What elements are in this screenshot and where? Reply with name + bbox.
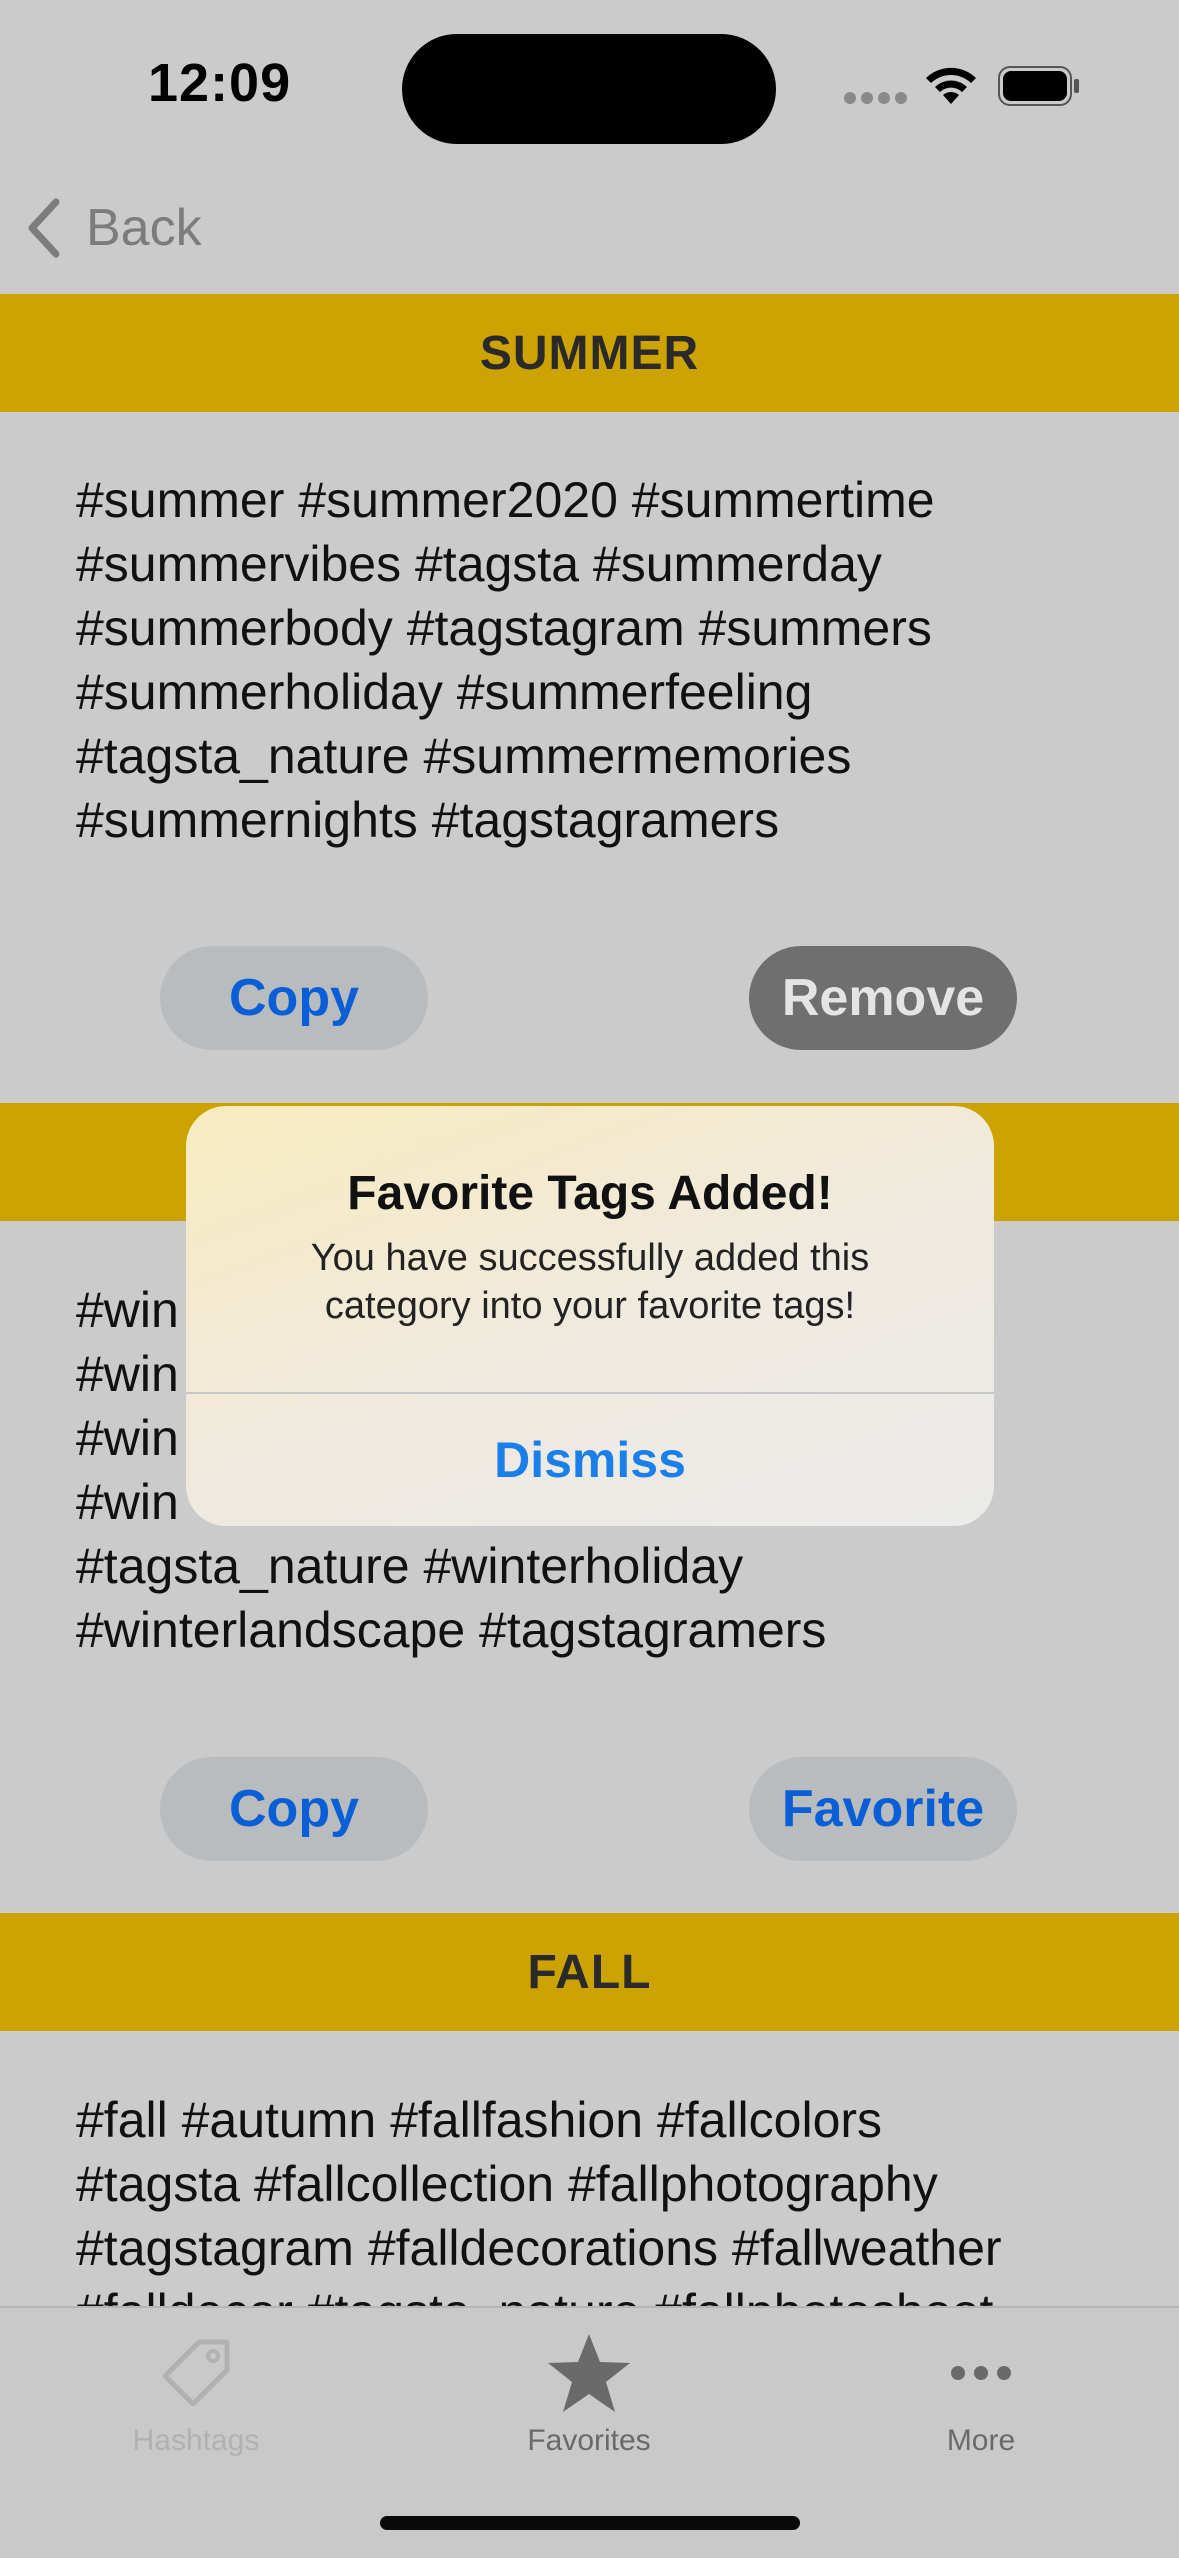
favorite-added-alert: Favorite Tags Added! You have successful… (186, 1106, 994, 1526)
back-label: Back (86, 199, 202, 257)
tab-label: More (946, 2424, 1016, 2457)
ellipsis-icon (951, 2366, 1011, 2380)
dynamic-island (402, 34, 776, 144)
home-indicator (380, 2516, 800, 2530)
wifi-icon (926, 67, 976, 104)
section-tags-summer: #summer #summer2020 #summertime #summerv… (76, 472, 935, 848)
tab-label: Hashtags (132, 2424, 260, 2457)
battery-icon (998, 66, 1079, 106)
status-time: 12:09 (148, 53, 292, 113)
status-bar: 12:09 (0, 0, 1179, 180)
section-header-summer: SUMMER (0, 294, 1179, 412)
cellular-signal-icon (844, 92, 907, 104)
tab-more[interactable]: More (851, 2328, 1111, 2478)
back-button[interactable]: Back (24, 196, 202, 260)
alert-title: Favorite Tags Added! (347, 1167, 833, 1220)
favorite-button[interactable]: Favorite (749, 1757, 1017, 1861)
tag-icon (162, 2339, 230, 2407)
section-title: SUMMER (479, 326, 700, 380)
tab-hashtags[interactable]: Hashtags (66, 2328, 326, 2478)
tab-favorites[interactable]: Favorites (459, 2328, 719, 2478)
tab-label: Favorites (527, 2424, 651, 2457)
chevron-left-icon (28, 198, 60, 258)
star-icon (548, 2334, 630, 2412)
dismiss-button[interactable]: Dismiss (186, 1394, 994, 1526)
copy-button[interactable]: Copy (160, 1757, 428, 1861)
section-title: FALL (527, 1945, 652, 1999)
alert-message: You have successfully added this categor… (310, 1237, 870, 1327)
section-header-fall: FALL (0, 1913, 1179, 2031)
copy-button[interactable]: Copy (160, 946, 428, 1050)
remove-button[interactable]: Remove (749, 946, 1017, 1050)
